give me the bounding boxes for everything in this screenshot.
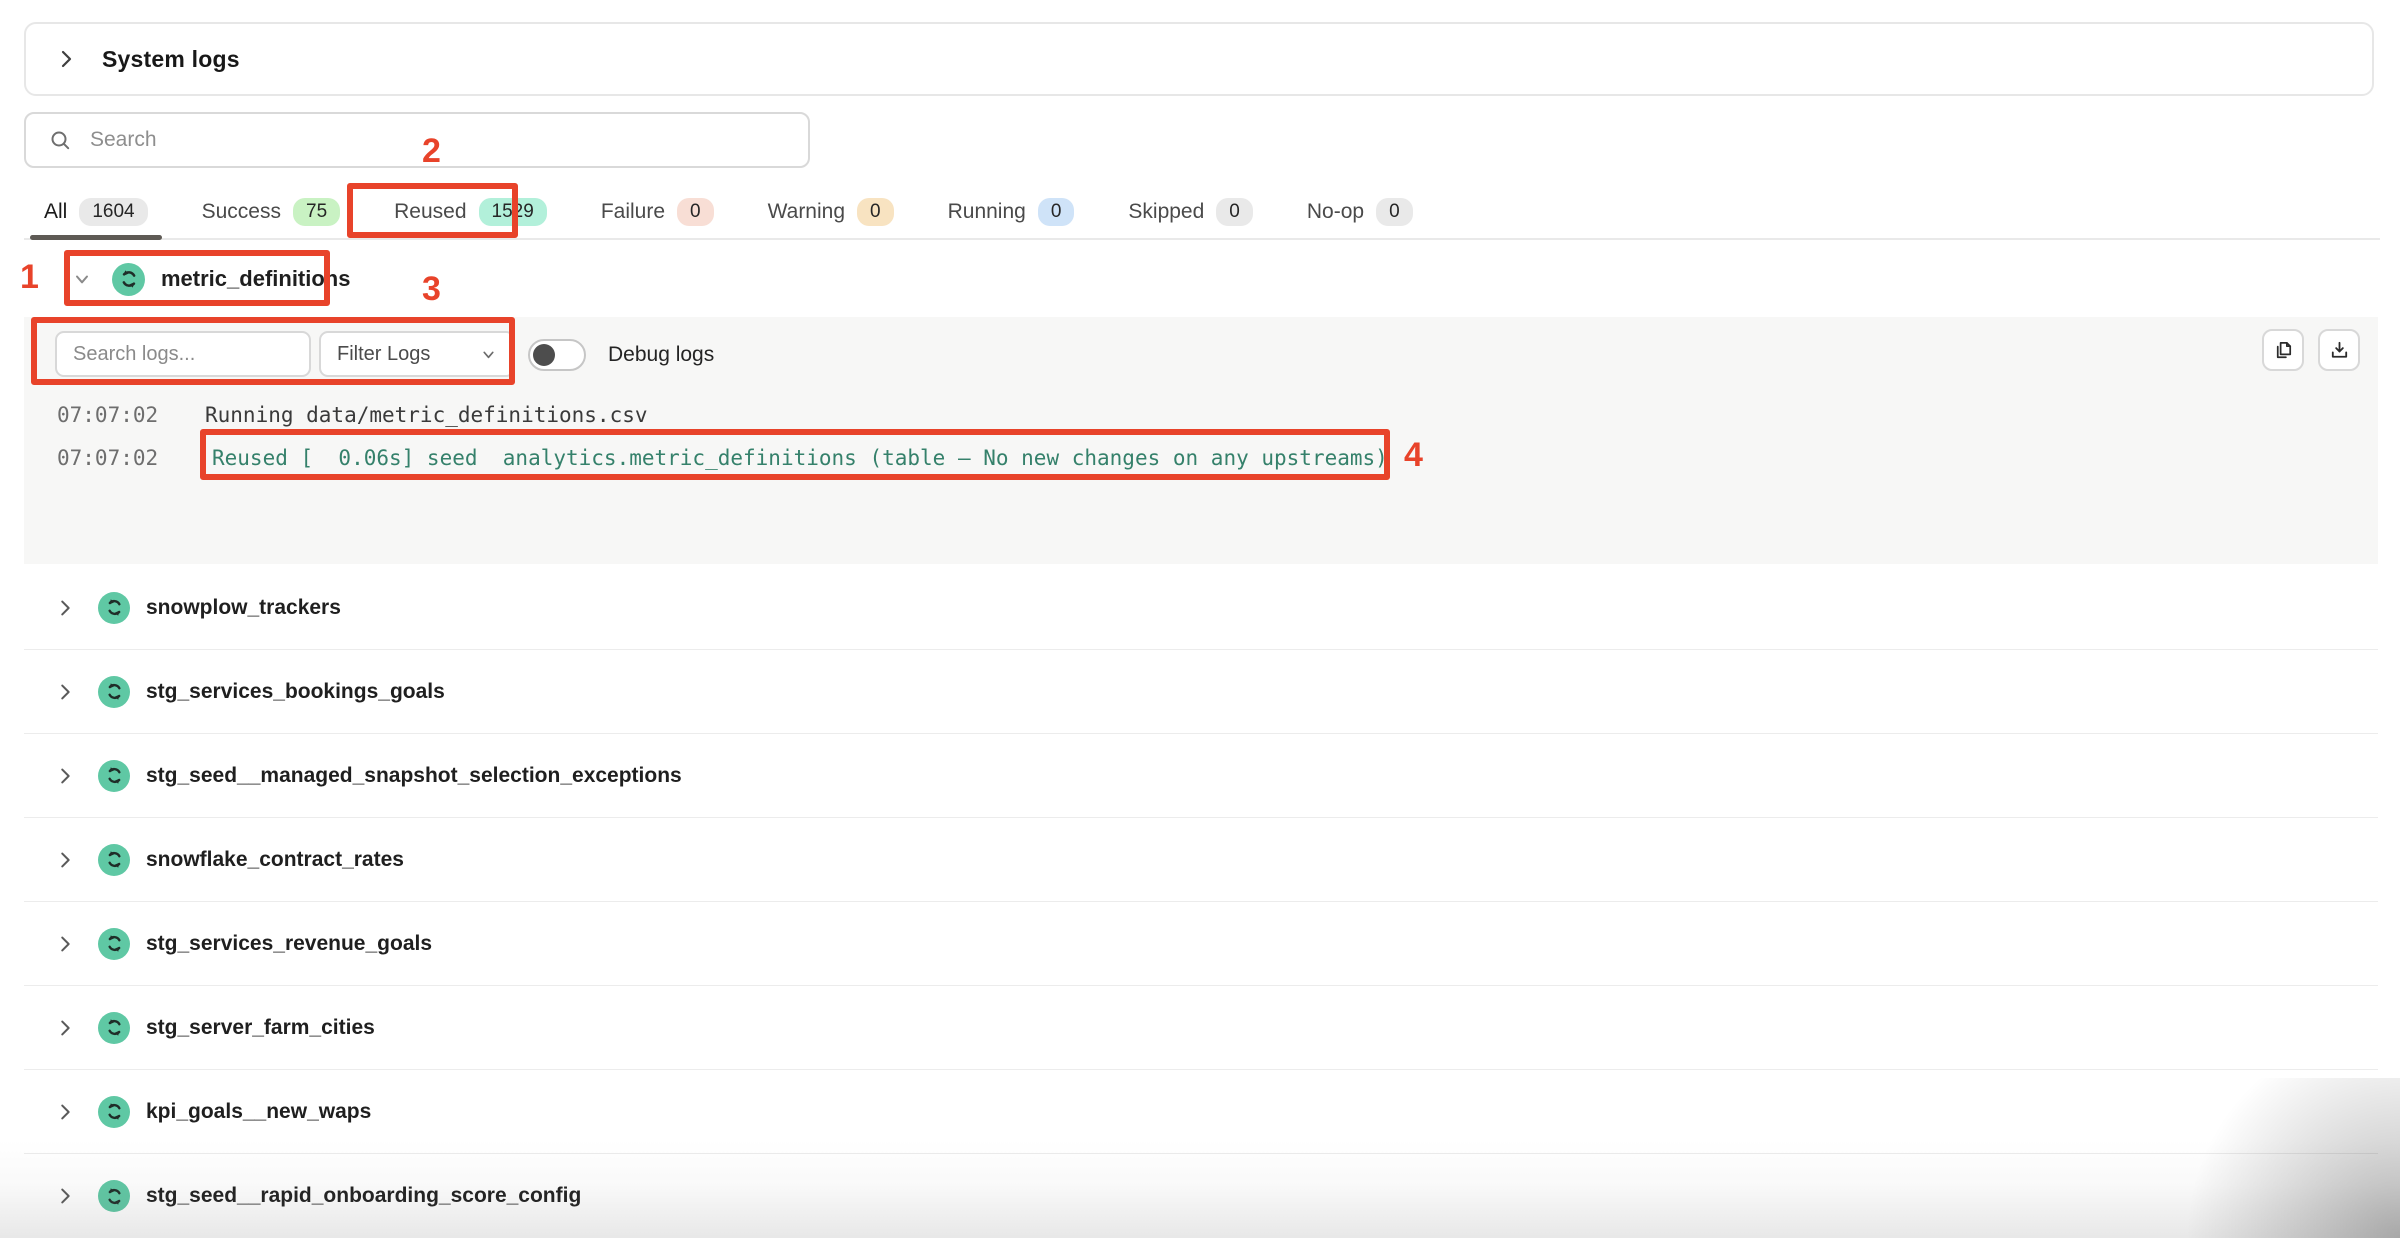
chevron-down-icon[interactable]	[72, 269, 92, 289]
node-label: metric_definitions	[161, 266, 350, 292]
row-label: stg_seed__managed_snapshot_selection_exc…	[146, 764, 682, 788]
tab-noop[interactable]: No-op 0	[1293, 186, 1427, 238]
chevron-right-icon	[54, 765, 76, 787]
reused-cycle-icon	[98, 928, 130, 960]
log-message: Reused [ 0.06s] seed analytics.metric_de…	[212, 444, 1388, 472]
debug-logs-toggle[interactable]	[528, 339, 586, 371]
chevron-right-icon	[54, 1101, 76, 1123]
chevron-right-icon[interactable]	[54, 47, 78, 71]
log-item-row[interactable]: stg_seed__rapid_onboarding_score_config	[24, 1154, 2378, 1238]
search-logs-input[interactable]	[71, 342, 285, 367]
tab-count-badge: 0	[1038, 198, 1075, 226]
log-item-row[interactable]: stg_services_revenue_goals	[24, 902, 2378, 986]
search-icon	[48, 128, 72, 152]
tab-count-badge: 1529	[479, 198, 547, 226]
status-tabs: All 1604 Success 75 Reused 1529 Failure …	[24, 186, 2380, 240]
tab-count-badge: 1604	[79, 198, 147, 226]
chevron-right-icon	[54, 597, 76, 619]
tab-label: Running	[948, 200, 1026, 224]
reused-cycle-icon	[98, 1012, 130, 1044]
search-input[interactable]	[88, 127, 732, 153]
download-logs-button[interactable]	[2318, 329, 2360, 371]
row-label: kpi_goals__new_waps	[146, 1100, 371, 1124]
tab-all[interactable]: All 1604	[30, 186, 162, 238]
toggle-knob	[533, 344, 555, 366]
log-item-row[interactable]: kpi_goals__new_waps	[24, 1070, 2378, 1154]
log-item-row[interactable]: snowflake_contract_rates	[24, 818, 2378, 902]
reused-cycle-icon	[98, 844, 130, 876]
tab-count-badge: 0	[1216, 198, 1253, 226]
tab-reused[interactable]: Reused 1529	[380, 186, 561, 238]
reused-cycle-icon	[98, 760, 130, 792]
chevron-right-icon	[54, 849, 76, 871]
reused-cycle-icon	[112, 263, 145, 296]
tab-count-badge: 0	[857, 198, 894, 226]
chevron-down-icon	[480, 346, 497, 363]
tab-label: No-op	[1307, 200, 1364, 224]
search-box[interactable]	[24, 112, 810, 168]
system-logs-page: System logs All 1604 Success 75 Reused 1…	[0, 0, 2400, 1238]
tab-count-badge: 75	[293, 198, 340, 226]
tab-failure[interactable]: Failure 0	[587, 186, 728, 238]
log-item-row[interactable]: stg_services_bookings_goals	[24, 650, 2378, 734]
chevron-right-icon	[54, 933, 76, 955]
tab-label: Success	[202, 200, 281, 224]
filter-logs-dropdown[interactable]: Filter Logs	[319, 331, 515, 377]
row-label: stg_services_revenue_goals	[146, 932, 432, 956]
tab-skipped[interactable]: Skipped 0	[1114, 186, 1266, 238]
row-label: snowflake_contract_rates	[146, 848, 404, 872]
chevron-right-icon	[54, 681, 76, 703]
page-title: System logs	[102, 46, 240, 73]
row-label: stg_seed__rapid_onboarding_score_config	[146, 1184, 581, 1208]
filter-logs-label: Filter Logs	[337, 343, 430, 366]
reused-cycle-icon	[98, 592, 130, 624]
chevron-right-icon	[54, 1185, 76, 1207]
chevron-right-icon	[54, 1017, 76, 1039]
log-item-row[interactable]: stg_server_farm_cities	[24, 986, 2378, 1070]
row-label: stg_server_farm_cities	[146, 1016, 375, 1040]
log-panel: Filter Logs Debug logs 07:07:02 Running …	[24, 317, 2378, 564]
tab-label: Failure	[601, 200, 665, 224]
debug-logs-label: Debug logs	[608, 343, 714, 367]
reused-cycle-icon	[98, 1096, 130, 1128]
log-message: Running data/metric_definitions.csv	[205, 401, 648, 429]
log-item-metric-definitions[interactable]: metric_definitions	[24, 248, 2374, 310]
search-logs-box[interactable]	[55, 331, 311, 377]
log-item-row[interactable]: snowplow_trackers	[24, 566, 2378, 650]
log-timestamp: 07:07:02	[57, 444, 158, 472]
tab-label: All	[44, 200, 67, 224]
log-item-row[interactable]: stg_seed__managed_snapshot_selection_exc…	[24, 734, 2378, 818]
tab-label: Skipped	[1128, 200, 1204, 224]
tab-warning[interactable]: Warning 0	[754, 186, 908, 238]
tab-running[interactable]: Running 0	[934, 186, 1089, 238]
tab-success[interactable]: Success 75	[188, 186, 355, 238]
tab-count-badge: 0	[677, 198, 714, 226]
copy-logs-button[interactable]	[2262, 329, 2304, 371]
reused-cycle-icon	[98, 676, 130, 708]
log-timestamp: 07:07:02	[57, 401, 158, 429]
reused-cycle-icon	[98, 1180, 130, 1212]
tab-label: Reused	[394, 200, 466, 224]
log-items-list: snowplow_trackers stg_services_bookings_…	[24, 566, 2378, 1238]
tab-count-badge: 0	[1376, 198, 1413, 226]
system-logs-header[interactable]: System logs	[24, 22, 2374, 96]
row-label: snowplow_trackers	[146, 596, 341, 620]
row-label: stg_services_bookings_goals	[146, 680, 445, 704]
tab-label: Warning	[768, 200, 845, 224]
